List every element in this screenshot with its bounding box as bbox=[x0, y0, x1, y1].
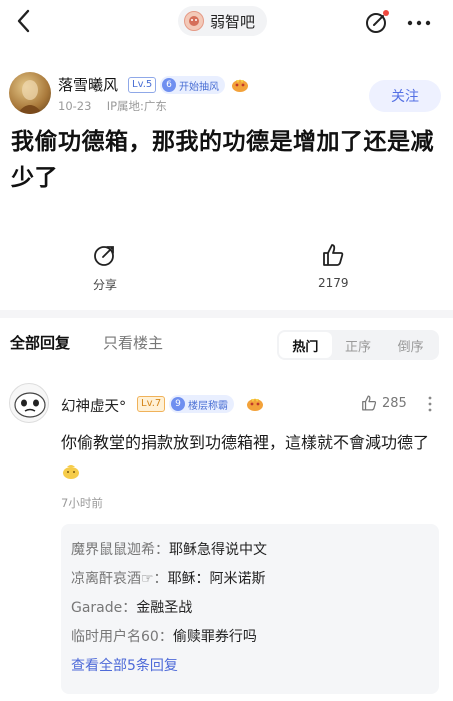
sort-hot[interactable]: 热门 bbox=[279, 332, 332, 358]
post-meta: 10-23 IP属地:广东 bbox=[58, 98, 167, 114]
emoji-icon bbox=[63, 465, 79, 479]
follow-button[interactable]: 关注 bbox=[369, 80, 441, 112]
member-emblem-icon bbox=[232, 79, 248, 92]
comment-like-button[interactable]: 285 bbox=[360, 394, 407, 412]
commenter-emblem-icon bbox=[247, 398, 263, 411]
sort-descending[interactable]: 倒序 bbox=[384, 332, 437, 358]
comment-like-count: 285 bbox=[382, 395, 407, 411]
sub-reply-author[interactable]: 魔界鼠鼠迦希： bbox=[71, 542, 169, 558]
sub-reply-row[interactable]: 临时用户名60：偷赎罪券行吗 bbox=[71, 623, 429, 652]
commenter-avatar[interactable] bbox=[9, 383, 49, 423]
sort-toggle: 热门 正序 倒序 bbox=[277, 330, 439, 360]
sub-reply-content: 偷赎罪券行吗 bbox=[172, 629, 257, 645]
author-level-badge: Lv.5 bbox=[128, 77, 157, 93]
author-title-badge: 6 开始抽风 bbox=[160, 76, 225, 94]
comment-thumbs-up-icon bbox=[362, 395, 377, 411]
forum-pill[interactable]: 弱智吧 bbox=[178, 6, 268, 36]
sub-reply-row[interactable]: 魔界鼠鼠迦希：耶稣急得说中文 bbox=[71, 536, 429, 565]
share-icon bbox=[94, 246, 114, 266]
sub-reply-author[interactable]: 凉离酐哀酒☞： bbox=[71, 571, 168, 587]
sub-reply-author[interactable]: 临时用户名60： bbox=[71, 629, 173, 645]
sort-ascending[interactable]: 正序 bbox=[332, 332, 385, 358]
author-avatar[interactable] bbox=[9, 72, 51, 114]
thumbs-up-icon bbox=[323, 244, 344, 266]
post-location: IP属地:广东 bbox=[106, 99, 167, 113]
comment-time: 7小时前 bbox=[61, 496, 103, 510]
comment-text: 你偷教堂的捐款放到功德箱裡，這樣就不會減功德了 bbox=[61, 428, 441, 486]
commenter-title-number: 9 bbox=[171, 397, 185, 411]
sub-reply-content: 耶稣：阿米诺斯 bbox=[167, 571, 266, 587]
sub-reply-row[interactable]: Garade：金融圣战 bbox=[71, 594, 429, 623]
sub-reply-content: 耶稣急得说中文 bbox=[169, 542, 267, 558]
commenter-level-badge: Lv.7 bbox=[137, 396, 166, 412]
commenter-title-badge: 9 楼层称霸 bbox=[169, 395, 234, 413]
back-arrow-icon[interactable] bbox=[10, 6, 40, 36]
sub-replies-box[interactable]: 魔界鼠鼠迦希：耶稣急得说中文 凉离酐哀酒☞：耶稣：阿米诺斯 Garade：金融圣… bbox=[61, 524, 439, 694]
commenter-name[interactable]: 幻神虚天° bbox=[61, 395, 126, 416]
edit-icon[interactable] bbox=[364, 8, 392, 36]
more-icon[interactable] bbox=[402, 8, 436, 36]
sub-reply-author[interactable]: Garade： bbox=[71, 600, 136, 616]
title-number: 6 bbox=[162, 78, 176, 92]
comment-body: 你偷教堂的捐款放到功德箱裡，這樣就不會減功德了 bbox=[61, 433, 430, 452]
commenter-title-text: 楼层称霸 bbox=[188, 400, 228, 412]
title-text: 开始抽风 bbox=[179, 81, 219, 93]
view-all-replies-link[interactable]: 查看全部5条回复 bbox=[71, 652, 429, 681]
author-name[interactable]: 落雪曦风 bbox=[58, 74, 118, 95]
tab-all-replies[interactable]: 全部回复 bbox=[10, 332, 70, 353]
share-label: 分享 bbox=[92, 278, 117, 292]
share-button[interactable]: 分享 bbox=[92, 242, 118, 293]
forum-avatar-icon bbox=[184, 11, 204, 31]
top-bar: 弱智吧 bbox=[0, 0, 453, 44]
comment-more-icon[interactable] bbox=[425, 394, 435, 414]
like-count: 2179 bbox=[318, 276, 349, 290]
forum-name: 弱智吧 bbox=[210, 12, 256, 31]
sub-reply-row[interactable]: 凉离酐哀酒☞：耶稣：阿米诺斯 bbox=[71, 565, 429, 594]
like-button[interactable]: 2179 bbox=[318, 242, 349, 290]
post-title: 我偷功德箱，那我的功德是增加了还是减少了 bbox=[11, 129, 434, 191]
post-date: 10-23 bbox=[58, 99, 92, 113]
tab-op-only[interactable]: 只看楼主 bbox=[103, 332, 163, 353]
sub-reply-content: 金融圣战 bbox=[136, 600, 193, 616]
section-divider bbox=[0, 310, 453, 318]
